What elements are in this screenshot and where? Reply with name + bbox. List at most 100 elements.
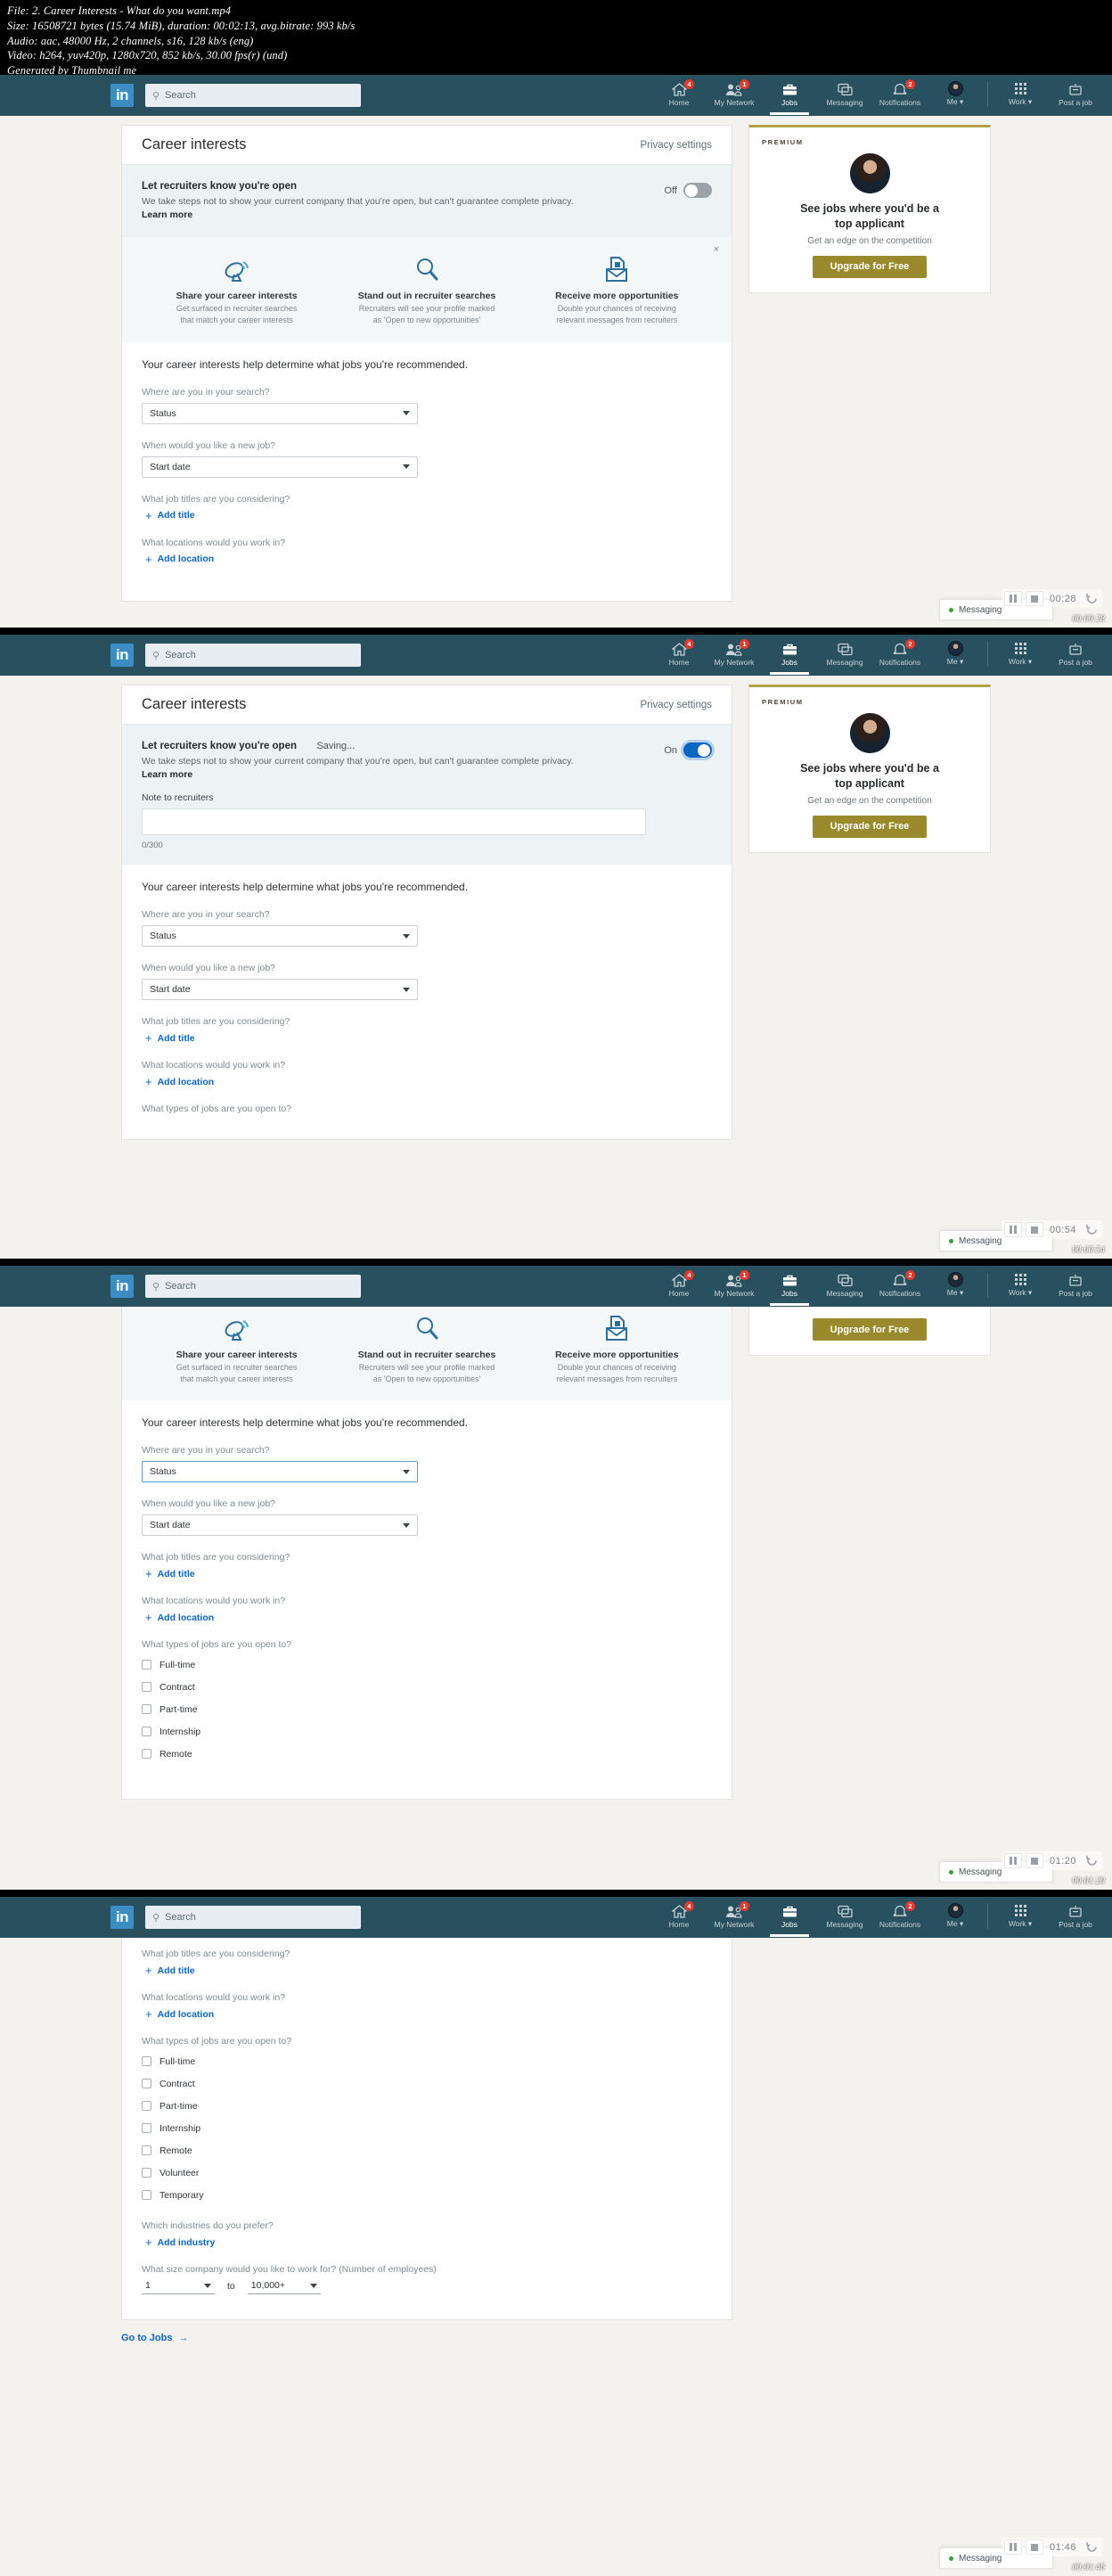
linkedin-logo[interactable]: in	[110, 1906, 134, 1929]
checkbox-full-time[interactable]	[142, 1660, 151, 1670]
learn-more-link[interactable]: Learn more	[142, 209, 192, 220]
go-to-jobs-link[interactable]: Go to Jobs →	[121, 2333, 188, 2343]
nav-item-home[interactable]: 4 Home	[651, 639, 707, 670]
nav-item-work[interactable]: Work ▾	[993, 80, 1048, 111]
checkbox-remote[interactable]	[142, 1749, 151, 1760]
nav-item-post-a-job[interactable]: Post a job	[1048, 81, 1103, 111]
status-dropdown[interactable]: Status	[142, 402, 418, 424]
nav-item-messaging[interactable]: Messaging	[817, 641, 872, 670]
checkbox-row[interactable]: Volunteer	[142, 2163, 712, 2182]
refresh-icon[interactable]	[1083, 2539, 1100, 2555]
start-date-dropdown[interactable]: Start date	[142, 1514, 418, 1537]
nav-item-me[interactable]: Me ▾	[928, 640, 983, 670]
note-to-recruiters-input[interactable]	[142, 808, 647, 836]
checkbox-row[interactable]: Temporary	[142, 2186, 712, 2204]
nav-item-messaging[interactable]: Messaging	[817, 81, 872, 111]
checkbox-part-time[interactable]	[142, 2101, 151, 2111]
nav-item-home[interactable]: 4 Home	[651, 1270, 707, 1301]
checkbox-remote[interactable]	[142, 2145, 151, 2155]
checkbox-row[interactable]: Contract	[142, 1678, 712, 1696]
pause-icon[interactable]	[1003, 2539, 1022, 2555]
checkbox-row[interactable]: Internship	[142, 1722, 712, 1741]
nav-item-post-a-job[interactable]: Post a job	[1048, 1903, 1103, 1932]
add-title-button[interactable]: + Add title	[142, 1568, 712, 1579]
open-to-work-toggle[interactable]	[683, 183, 712, 198]
refresh-icon[interactable]	[1083, 1222, 1100, 1237]
nav-item-home[interactable]: 4 Home	[651, 79, 707, 111]
pause-icon[interactable]	[1003, 591, 1022, 606]
nav-item-my-network[interactable]: 1 My Network	[707, 79, 762, 111]
upgrade-for-free-button[interactable]: Upgrade for Free	[813, 255, 927, 278]
checkbox-row[interactable]: Internship	[142, 2119, 712, 2137]
add-location-button[interactable]: + Add location	[142, 1612, 712, 1623]
status-dropdown[interactable]: Status	[142, 1461, 418, 1483]
nav-item-notifications[interactable]: 2 Notifications	[872, 1270, 928, 1301]
linkedin-logo[interactable]: in	[110, 644, 134, 667]
company-size-max-dropdown[interactable]: 10,000+	[247, 2280, 321, 2294]
search-input[interactable]: ⚲ Search	[145, 1906, 361, 1929]
status-dropdown[interactable]: Status	[142, 925, 418, 948]
nav-item-jobs[interactable]: Jobs	[762, 641, 817, 675]
nav-item-my-network[interactable]: 1 My Network	[707, 1270, 762, 1301]
pause-icon[interactable]	[1003, 1222, 1022, 1237]
checkbox-row[interactable]: Full-time	[142, 1655, 712, 1674]
open-to-work-toggle[interactable]	[683, 742, 712, 758]
pause-icon[interactable]	[1003, 1853, 1022, 1868]
upgrade-for-free-button[interactable]: Upgrade for Free	[813, 815, 927, 838]
linkedin-logo[interactable]: in	[110, 84, 134, 107]
nav-item-post-a-job[interactable]: Post a job	[1048, 641, 1103, 670]
add-industry-button[interactable]: + Add industry	[142, 2236, 712, 2248]
checkbox-contract[interactable]	[142, 1682, 151, 1693]
search-input[interactable]: ⚲ Search	[145, 644, 361, 667]
checkbox-row[interactable]: Part-time	[142, 1700, 712, 1719]
search-input[interactable]: ⚲ Search	[145, 84, 361, 107]
add-title-button[interactable]: + Add title	[142, 1032, 712, 1044]
linkedin-logo[interactable]: in	[110, 1275, 134, 1298]
refresh-icon[interactable]	[1083, 591, 1100, 606]
upgrade-for-free-button[interactable]: Upgrade for Free	[813, 1318, 927, 1341]
checkbox-row[interactable]: Full-time	[142, 2052, 712, 2071]
add-location-button[interactable]: + Add location	[142, 554, 712, 565]
nav-item-post-a-job[interactable]: Post a job	[1048, 1272, 1103, 1301]
nav-item-home[interactable]: 4 Home	[651, 1901, 707, 1932]
learn-more-link[interactable]: Learn more	[142, 769, 192, 780]
nav-item-me[interactable]: Me ▾	[928, 1271, 983, 1301]
stop-icon[interactable]	[1025, 591, 1043, 606]
checkbox-part-time[interactable]	[142, 1704, 151, 1715]
checkbox-row[interactable]: Contract	[142, 2074, 712, 2093]
checkbox-temporary[interactable]	[142, 2190, 151, 2200]
stop-icon[interactable]	[1025, 2539, 1043, 2555]
checkbox-volunteer[interactable]	[142, 2168, 151, 2178]
nav-item-notifications[interactable]: 2 Notifications	[872, 1901, 928, 1932]
checkbox-full-time[interactable]	[142, 2056, 151, 2066]
nav-item-work[interactable]: Work ▾	[993, 1271, 1048, 1301]
nav-item-me[interactable]: Me ▾	[928, 1902, 983, 1932]
refresh-icon[interactable]	[1083, 1853, 1100, 1868]
nav-item-work[interactable]: Work ▾	[993, 1902, 1048, 1932]
checkbox-row[interactable]: Remote	[142, 1744, 712, 1763]
stop-icon[interactable]	[1025, 1853, 1043, 1868]
nav-item-jobs[interactable]: Jobs	[762, 81, 817, 115]
add-location-button[interactable]: + Add location	[142, 2008, 712, 2020]
search-input[interactable]: ⚲ Search	[145, 1275, 361, 1298]
company-size-min-dropdown[interactable]: 1	[142, 2280, 215, 2294]
checkbox-row[interactable]: Part-time	[142, 2096, 712, 2115]
nav-item-messaging[interactable]: Messaging	[817, 1903, 872, 1932]
checkbox-contract[interactable]	[142, 2079, 151, 2088]
nav-item-work[interactable]: Work ▾	[993, 640, 1048, 670]
privacy-settings-link[interactable]: Privacy settings	[640, 700, 712, 710]
checkbox-internship[interactable]	[142, 2123, 151, 2133]
add-title-button[interactable]: + Add title	[142, 1965, 712, 1976]
checkbox-row[interactable]: Remote	[142, 2141, 712, 2160]
stop-icon[interactable]	[1025, 1222, 1043, 1237]
nav-item-my-network[interactable]: 1 My Network	[707, 639, 762, 670]
start-date-dropdown[interactable]: Start date	[142, 979, 418, 1001]
nav-item-me[interactable]: Me ▾	[928, 80, 983, 111]
nav-item-notifications[interactable]: 2 Notifications	[872, 79, 928, 111]
nav-item-messaging[interactable]: Messaging	[817, 1272, 872, 1301]
nav-item-notifications[interactable]: 2 Notifications	[872, 639, 928, 670]
start-date-dropdown[interactable]: Start date	[142, 455, 418, 478]
checkbox-internship[interactable]	[142, 1727, 151, 1737]
privacy-settings-link[interactable]: Privacy settings	[640, 140, 712, 151]
nav-item-jobs[interactable]: Jobs	[762, 1903, 817, 1937]
